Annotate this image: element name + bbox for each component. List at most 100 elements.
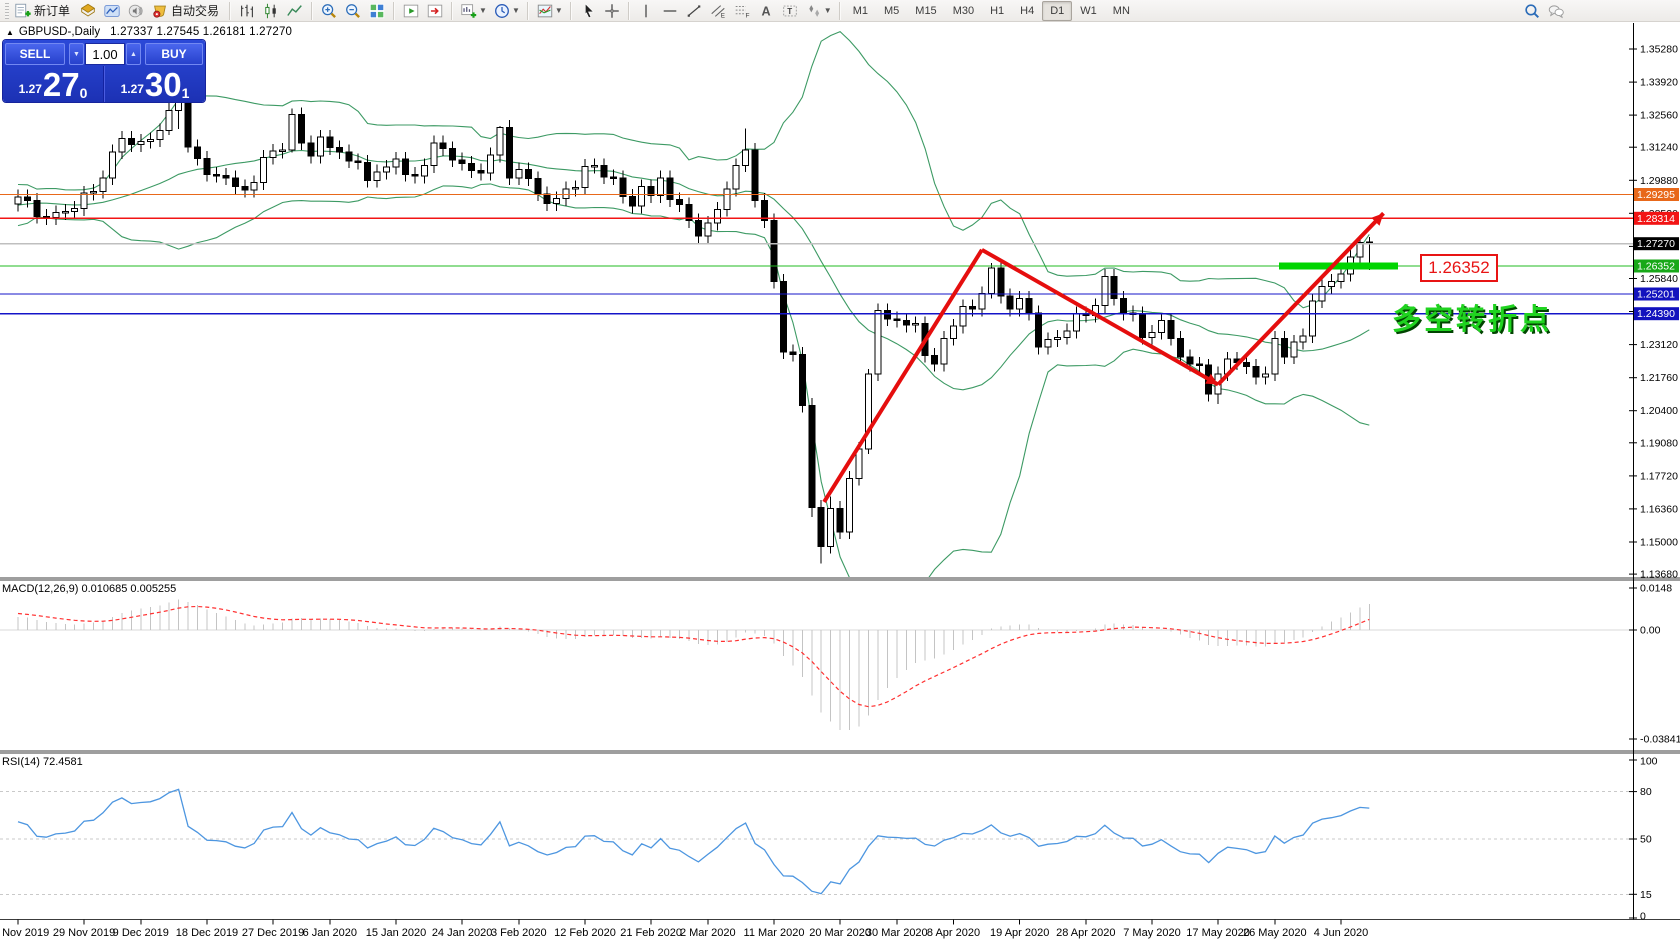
svg-text:3 Feb 2020: 3 Feb 2020 [491, 927, 547, 939]
svg-text:28 Apr 2020: 28 Apr 2020 [1056, 927, 1115, 939]
market-watch-icon [79, 2, 97, 20]
period-clock-button[interactable]: ▼ [491, 1, 522, 21]
svg-text:0.00: 0.00 [1640, 625, 1661, 637]
svg-text:18 Dec 2019: 18 Dec 2019 [176, 927, 238, 939]
buy-price[interactable]: 1.27 30 1 [104, 66, 205, 102]
shapes-icon [805, 2, 823, 20]
cursor-button[interactable] [577, 1, 599, 21]
zoom-in-icon [320, 2, 338, 20]
timeframe-d1-button[interactable]: D1 [1042, 1, 1072, 21]
chevron-down-icon[interactable]: ▼ [479, 6, 487, 15]
svg-text:1.28314: 1.28314 [1637, 213, 1675, 225]
vertical-line-icon [637, 2, 655, 20]
text-button[interactable]: A [755, 1, 777, 21]
shapes-button[interactable]: ▼ [803, 1, 834, 21]
timeframe-h4-button[interactable]: H4 [1012, 1, 1042, 21]
toolbar-separator [628, 2, 630, 20]
volume-increment-button[interactable]: ▲ [126, 43, 141, 65]
svg-text:0: 0 [1640, 911, 1646, 923]
fibonacci-icon: F [733, 2, 751, 20]
toolbar-separator [229, 2, 231, 20]
chart-template-button[interactable]: ▼ [534, 1, 565, 21]
collapse-panel-icon[interactable]: ▲ [6, 28, 14, 37]
text-label-button[interactable]: T [779, 1, 801, 21]
sell-price-pip: 0 [80, 86, 88, 100]
auto-scroll-button[interactable] [400, 1, 422, 21]
auto-trading-button[interactable]: 自动交易 [149, 1, 224, 21]
svg-text:T: T [787, 7, 792, 16]
toolbar-separator [393, 2, 395, 20]
chart-area[interactable]: 1.352801.339201.325601.312401.298801.285… [0, 0, 1680, 948]
chat-icon [1547, 2, 1565, 20]
chat-button[interactable] [1545, 1, 1567, 21]
toolbar-grip[interactable] [5, 3, 9, 19]
chart-shift-button[interactable] [424, 1, 446, 21]
timeframe-w1-button[interactable]: W1 [1072, 1, 1105, 21]
toolbar-separator [527, 2, 529, 20]
svg-text:17 May 2020: 17 May 2020 [1186, 927, 1250, 939]
sell-price[interactable]: 1.27 27 0 [3, 66, 104, 102]
svg-text:1.33920: 1.33920 [1640, 77, 1678, 89]
buy-price-big: 30 [145, 70, 182, 100]
volume-input[interactable]: 1.00 [85, 43, 125, 65]
timeframe-m5-button[interactable]: M5 [876, 1, 907, 21]
fibonacci-button[interactable]: F [731, 1, 753, 21]
alerts-button[interactable] [125, 1, 147, 21]
svg-text:1.35280: 1.35280 [1640, 44, 1678, 56]
svg-text:1.13680: 1.13680 [1640, 569, 1678, 581]
timeframe-m30-button[interactable]: M30 [945, 1, 982, 21]
macd-label: MACD(12,26,9) 0.010685 0.005255 [2, 583, 176, 595]
chart-background [0, 0, 1680, 943]
svg-text:24 Jan 2020: 24 Jan 2020 [432, 927, 493, 939]
svg-text:15 Jan 2020: 15 Jan 2020 [366, 927, 427, 939]
crosshair-button[interactable] [601, 1, 623, 21]
zoom-in-button[interactable] [318, 1, 340, 21]
candlestick-chart-icon [262, 2, 280, 20]
bar-chart-button[interactable] [236, 1, 258, 21]
navigator-button[interactable] [101, 1, 123, 21]
svg-text:100: 100 [1640, 756, 1658, 768]
timeframe-mn-button[interactable]: MN [1105, 1, 1138, 21]
timeframe-m15-button[interactable]: M15 [907, 1, 944, 21]
chart-title: ▲ GBPUSD-,Daily 1.27337 1.27545 1.26181 … [6, 26, 292, 38]
sell-button[interactable]: SELL [5, 43, 65, 65]
horizontal-line-button[interactable] [659, 1, 681, 21]
market-watch-button[interactable] [77, 1, 99, 21]
svg-text:6 Jan 2020: 6 Jan 2020 [303, 927, 357, 939]
chevron-down-icon[interactable]: ▼ [512, 6, 520, 15]
tile-windows-icon [368, 2, 386, 20]
zoom-out-button[interactable] [342, 1, 364, 21]
volume-decrement-button[interactable]: ▼ [69, 43, 84, 65]
svg-text:1.31240: 1.31240 [1640, 142, 1678, 154]
svg-text:29 Nov 2019: 29 Nov 2019 [53, 927, 115, 939]
svg-text:12 Feb 2020: 12 Feb 2020 [554, 927, 616, 939]
tile-windows-button[interactable] [366, 1, 388, 21]
trend-line-button[interactable] [683, 1, 705, 21]
crosshair-icon [603, 2, 621, 20]
svg-text:21 Feb 2020: 21 Feb 2020 [620, 927, 682, 939]
candlestick-chart-button[interactable] [260, 1, 282, 21]
buy-button[interactable]: BUY [145, 43, 203, 65]
new-order-button[interactable]: 新订单 [12, 1, 75, 21]
svg-text:1.20400: 1.20400 [1640, 405, 1678, 417]
timeframe-m1-button[interactable]: M1 [845, 1, 876, 21]
svg-text:1.29295: 1.29295 [1637, 189, 1675, 201]
search-button[interactable] [1521, 1, 1543, 21]
timeframe-h1-button[interactable]: H1 [982, 1, 1012, 21]
alerts-icon [127, 2, 145, 20]
auto-scroll-icon [402, 2, 420, 20]
toolbar-separator [451, 2, 453, 20]
vertical-line-button[interactable] [635, 1, 657, 21]
svg-text:2 Mar 2020: 2 Mar 2020 [680, 927, 736, 939]
new-chart-icon [460, 2, 478, 20]
new-chart-button[interactable]: ▼ [458, 1, 489, 21]
trend-line-icon [685, 2, 703, 20]
chevron-down-icon[interactable]: ▼ [824, 6, 832, 15]
equidistant-channel-button[interactable]: E [707, 1, 729, 21]
chart-template-icon [536, 2, 554, 20]
green-segment[interactable] [1279, 263, 1398, 270]
line-chart-button[interactable] [284, 1, 306, 21]
svg-text:1.23120: 1.23120 [1640, 339, 1678, 351]
svg-text:1.25201: 1.25201 [1637, 289, 1675, 301]
chevron-down-icon[interactable]: ▼ [555, 6, 563, 15]
